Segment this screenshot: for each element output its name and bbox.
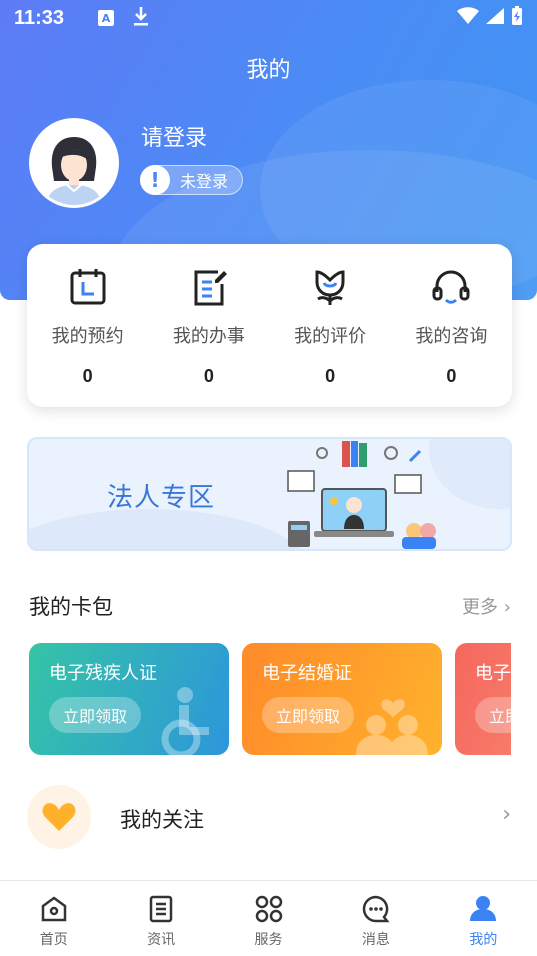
wallet-cards: 电子残疾人证 立即领取 电子结婚证 立即领取 电子 立即 <box>29 643 511 755</box>
stat-appointments[interactable]: 我的预约 0 <box>27 244 148 407</box>
stat-label: 我的评价 <box>294 326 367 347</box>
login-status-badge: ! 未登录 <box>140 165 244 195</box>
wheelchair-icon <box>161 687 209 755</box>
calendar-icon <box>70 269 106 305</box>
chevron-right-icon: › <box>503 597 511 618</box>
user-icon <box>470 896 497 921</box>
banner-decoration <box>29 509 309 549</box>
legal-person-banner[interactable]: 法人专区 <box>27 437 512 551</box>
login-status-text: 未登录 <box>180 172 229 191</box>
status-bar: 11:33 A <box>0 0 537 36</box>
wallet-title: 我的卡包 <box>29 595 113 619</box>
more-label: 更多 <box>462 597 499 618</box>
office-illustration <box>287 441 436 549</box>
couple-heart-icon <box>356 699 428 755</box>
news-icon <box>149 895 173 923</box>
flower-smile-icon <box>315 270 345 305</box>
document-edit-icon <box>194 270 227 306</box>
battery-icon <box>511 5 523 31</box>
headset-icon <box>432 270 470 304</box>
stat-value: 0 <box>446 366 457 386</box>
tab-label: 资讯 <box>147 932 176 948</box>
stat-label: 我的预约 <box>51 326 124 347</box>
bottom-tab-bar: 首页 资讯 服务 消息 我的 <box>0 880 537 956</box>
alert-icon: ! <box>140 165 170 195</box>
follow-label: 我的关注 <box>120 808 204 832</box>
claim-button[interactable]: 立即领取 <box>49 697 142 733</box>
stat-label: 我的办事 <box>172 326 245 347</box>
wallet-card-marriage[interactable]: 电子结婚证 立即领取 <box>242 643 442 755</box>
tab-profile[interactable]: 我的 <box>430 881 537 956</box>
claim-button[interactable]: 立即领取 <box>262 697 355 733</box>
stats-card: 我的预约 0 我的办事 0 我的评价 0 我的咨询 0 <box>27 244 512 407</box>
stat-value: 0 <box>325 366 336 386</box>
stat-value: 0 <box>82 366 93 386</box>
grid-icon <box>255 895 282 923</box>
heart-icon <box>27 785 91 849</box>
tab-label: 服务 <box>254 932 283 948</box>
wallet-card-title: 电子结婚证 <box>262 663 352 684</box>
tab-news[interactable]: 资讯 <box>107 881 214 956</box>
wallet-card-title: 电子 <box>475 663 511 684</box>
tab-services[interactable]: 服务 <box>215 881 322 956</box>
stat-affairs[interactable]: 我的办事 0 <box>148 244 269 407</box>
chat-icon <box>362 895 390 923</box>
download-icon <box>132 5 150 32</box>
tab-label: 消息 <box>361 932 390 948</box>
claim-button[interactable]: 立即 <box>475 697 511 733</box>
signal-icon <box>485 6 505 30</box>
wallet-more-link[interactable]: 更多 › <box>462 593 511 619</box>
tab-label: 首页 <box>39 932 68 948</box>
wallet-card-partial[interactable]: 电子 立即 <box>455 643 511 755</box>
stat-value: 0 <box>203 366 214 386</box>
stat-label: 我的咨询 <box>415 326 488 347</box>
wifi-icon <box>457 6 479 30</box>
home-icon <box>41 896 66 922</box>
stat-reviews[interactable]: 我的评价 0 <box>270 244 391 407</box>
my-follow-row[interactable]: 我的关注 › <box>0 780 537 856</box>
login-prompt[interactable]: 请登录 <box>141 120 207 152</box>
wallet-card-title: 电子残疾人证 <box>49 663 157 684</box>
avatar[interactable] <box>29 118 119 208</box>
tab-messages[interactable]: 消息 <box>322 881 429 956</box>
status-time: 11:33 <box>14 6 65 29</box>
chevron-right-icon: › <box>502 802 511 827</box>
banner-title: 法人专区 <box>107 483 216 513</box>
wallet-card-disability[interactable]: 电子残疾人证 立即领取 <box>29 643 229 755</box>
stat-consultations[interactable]: 我的咨询 0 <box>391 244 512 407</box>
page-title: 我的 <box>246 58 291 83</box>
keyboard-notification-icon: A <box>98 10 115 26</box>
tab-label: 我的 <box>469 932 498 948</box>
tab-home[interactable]: 首页 <box>0 881 107 956</box>
